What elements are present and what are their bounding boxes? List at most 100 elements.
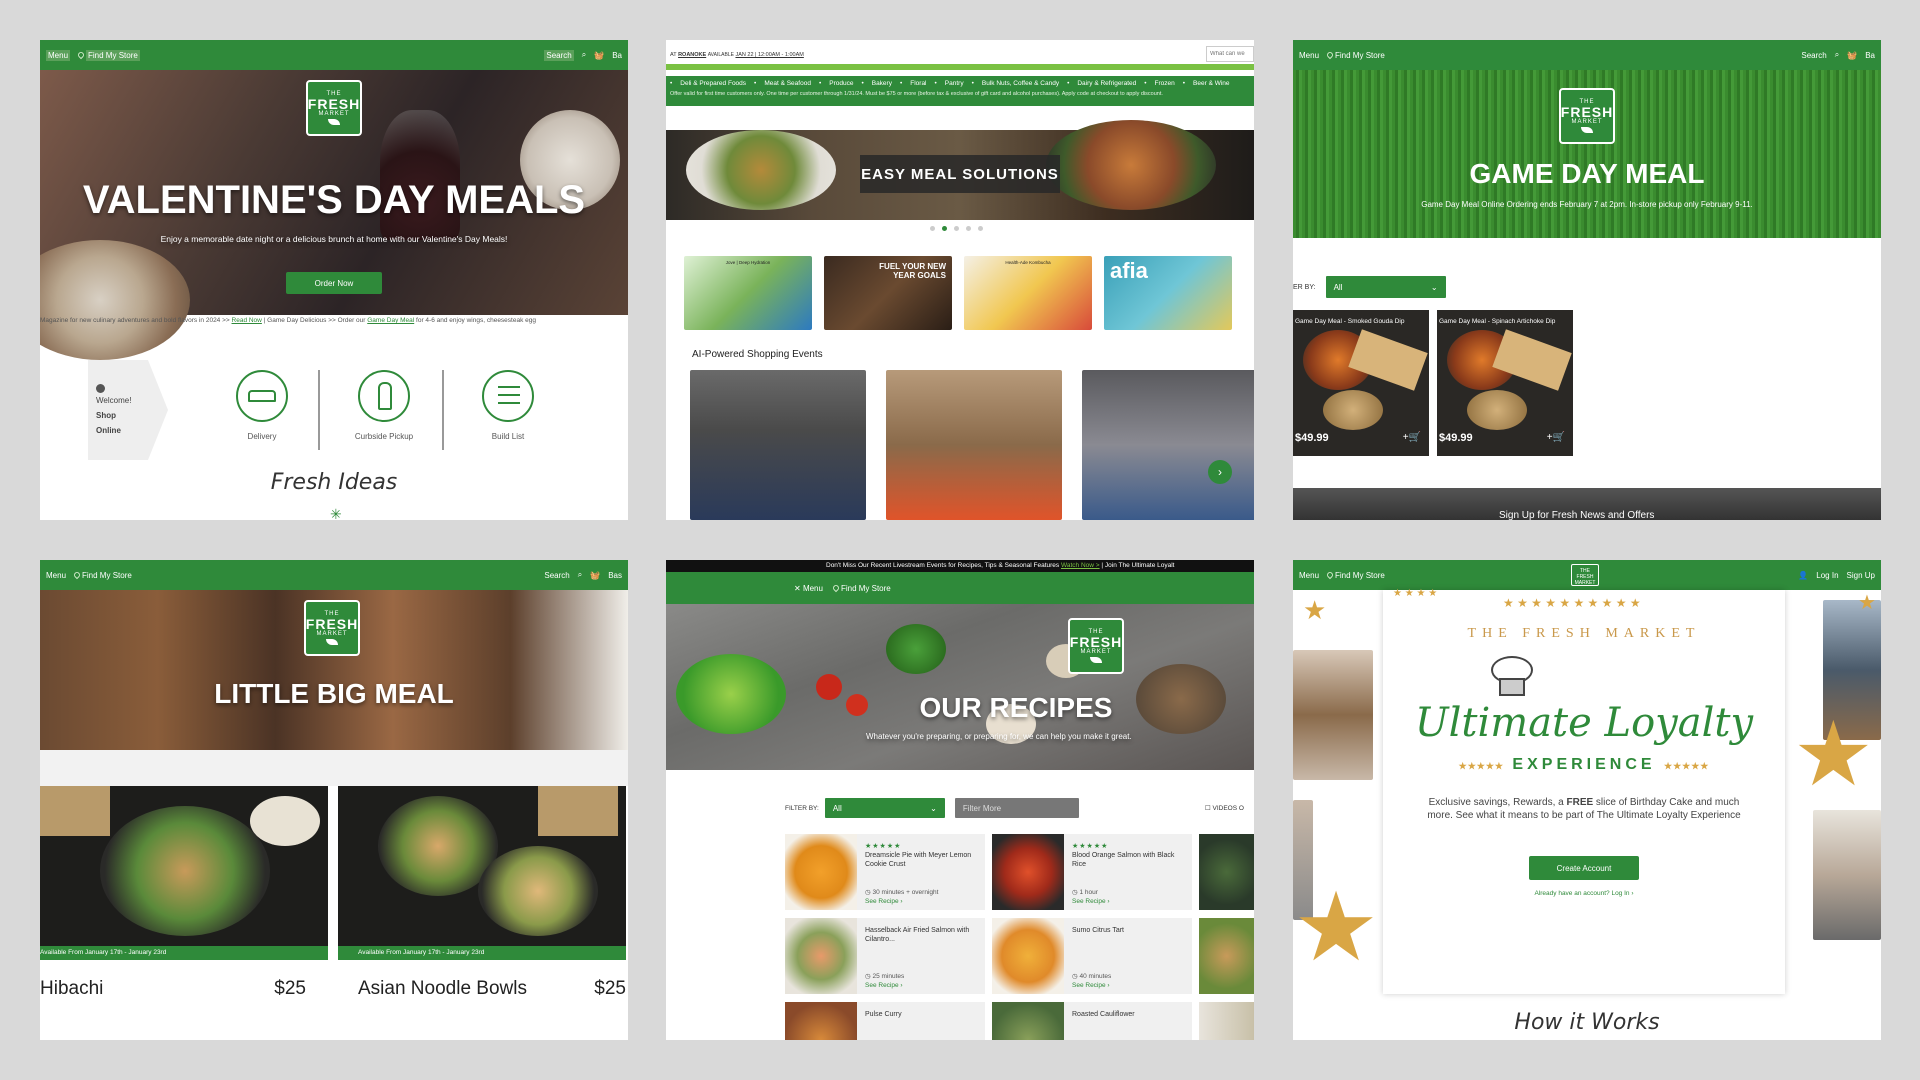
recipe-card[interactable]: Roasted Cauliflower <box>992 1002 1192 1040</box>
meal-card[interactable]: Available From January 17th - January 23… <box>40 786 328 1040</box>
see-recipe-link[interactable]: See Recipe › <box>1072 981 1111 990</box>
event-card-image[interactable] <box>886 370 1062 520</box>
watch-now-link[interactable]: Watch Now > <box>1061 562 1100 569</box>
category-item[interactable]: Bulk Nuts, Coffee & Candy <box>982 80 1059 87</box>
location-pin-icon <box>831 583 841 592</box>
find-store-link[interactable]: Find My Store <box>831 583 891 593</box>
menu-button[interactable]: ✕ Menu <box>794 584 823 593</box>
category-item[interactable]: Pantry <box>945 80 964 87</box>
game-day-screenshot: Menu Find My Store Search ⌕ 🧺 Ba THE FRE… <box>1293 40 1881 520</box>
online-line: Online <box>96 426 121 435</box>
promo-tile[interactable]: Health-Ade Kombucha <box>964 256 1092 330</box>
add-to-cart-icon[interactable]: +🛒 <box>1547 432 1565 443</box>
build-list-option[interactable]: Build List <box>458 370 558 441</box>
category-item[interactable]: Produce <box>829 80 853 87</box>
filter-more-select[interactable]: Filter More <box>954 798 1079 818</box>
recipe-card[interactable]: Hasselback Air Fried Salmon with Cilantr… <box>785 918 985 994</box>
find-store-link[interactable]: Find My Store <box>76 49 140 61</box>
carousel-dot[interactable] <box>966 226 971 231</box>
basket-label[interactable]: Ba <box>1865 51 1875 60</box>
menu-button[interactable]: Menu <box>1299 571 1319 580</box>
menu-button[interactable]: Menu <box>46 571 66 580</box>
easy-meal-solutions-label[interactable]: EASY MEAL SOLUTIONS <box>860 155 1060 193</box>
find-store-link[interactable]: Find My Store <box>72 570 132 580</box>
see-recipe-link[interactable]: See Recipe › <box>865 897 938 906</box>
search-icon[interactable]: ⌕ <box>578 570 582 580</box>
meal-card[interactable]: Available From January 17th - January 23… <box>338 786 626 1040</box>
product-price: $49.99 <box>1439 432 1473 444</box>
product-card[interactable]: Game Day Meal - Spinach Artichoke Dip $4… <box>1437 310 1573 456</box>
category-item[interactable]: Frozen <box>1155 80 1175 87</box>
basket-label[interactable]: Bas <box>608 571 622 580</box>
category-item[interactable]: Floral <box>910 80 926 87</box>
product-card[interactable]: Game Day Meal - Smoked Gouda Dip $49.99 … <box>1293 310 1429 456</box>
category-item[interactable]: Meat & Seafood <box>764 80 811 87</box>
chevron-down-icon: ⌄ <box>1430 282 1438 292</box>
delivery-option[interactable]: Delivery <box>212 370 312 441</box>
see-recipe-link[interactable]: See Recipe › <box>1072 897 1110 906</box>
search-input[interactable] <box>1206 46 1254 62</box>
recipe-name: Hasselback Air Fried Salmon with Cilantr… <box>865 927 970 943</box>
event-card-image[interactable] <box>690 370 866 520</box>
search-button[interactable]: Search <box>1801 51 1826 60</box>
carousel-dot[interactable] <box>930 226 935 231</box>
fresh-market-logo[interactable]: THE FRESH MARKET <box>1559 88 1615 144</box>
search-icon[interactable]: ⌕ <box>582 50 586 60</box>
category-item[interactable]: Bakery <box>872 80 892 87</box>
search-button[interactable]: Search <box>544 49 574 61</box>
signup-link[interactable]: Sign Up <box>1847 571 1875 580</box>
promo-tile[interactable]: Jove | Deep Hydration <box>684 256 812 330</box>
carousel-dot-active[interactable] <box>942 226 947 231</box>
recipe-card[interactable]: Pulse Curry <box>785 1002 985 1040</box>
videos-toggle[interactable]: ☐ VIDEOS O <box>1205 804 1244 812</box>
promo-tile[interactable]: afia <box>1104 256 1232 330</box>
see-recipe-link[interactable]: See Recipe › <box>865 981 904 990</box>
recipe-card[interactable] <box>1199 918 1254 994</box>
recipe-card[interactable]: ★★★★★ Blood Orange Salmon with Black Rice… <box>992 834 1192 910</box>
recipe-card[interactable] <box>1199 1002 1254 1040</box>
fresh-market-logo-small[interactable]: THE FRESH MARKET <box>1571 564 1599 586</box>
curbside-pickup-option[interactable]: Curbside Pickup <box>334 370 434 441</box>
menu-button[interactable]: Menu <box>1299 51 1319 60</box>
menu-button[interactable]: Menu <box>46 49 71 61</box>
filter-select[interactable]: All ⌄ <box>824 798 945 818</box>
welcome-shop-online[interactable]: Welcome! Shop Online <box>88 360 168 460</box>
search-button[interactable]: Search <box>544 571 569 580</box>
recipe-card[interactable]: ★★★★★ Dreamsicle Pie with Meyer Lemon Coo… <box>785 834 985 910</box>
recipe-name: Blood Orange Salmon with Black Rice <box>1072 852 1175 868</box>
carousel-dots[interactable] <box>930 226 983 231</box>
delivery-car-icon <box>236 370 288 422</box>
time-slot-selector[interactable]: JAN 22 | 12:00AM - 1:00AM <box>735 52 803 58</box>
basket-icon[interactable]: 🧺 <box>1847 51 1857 60</box>
order-now-button[interactable]: Order Now <box>286 272 382 294</box>
promo-tile-label: afia <box>1110 258 1148 283</box>
carousel-dot[interactable] <box>954 226 959 231</box>
category-item[interactable]: Beer & Wine <box>1193 80 1230 87</box>
category-item[interactable]: Dairy & Refrigerated <box>1077 80 1136 87</box>
basket-icon[interactable]: 🧺 <box>590 571 600 580</box>
category-item[interactable]: Deli & Prepared Foods <box>680 80 746 87</box>
event-card-image[interactable] <box>1082 370 1254 520</box>
next-arrow-icon[interactable]: › <box>1208 460 1232 484</box>
promo-tile[interactable]: FUEL YOUR NEW YEAR GOALS <box>824 256 952 330</box>
store-selector[interactable]: ROANOKE <box>678 52 706 58</box>
recipe-card[interactable] <box>1199 834 1254 910</box>
fresh-market-logo[interactable]: THE FRESH MARKET <box>306 80 362 136</box>
find-store-link[interactable]: Find My Store <box>1325 50 1385 60</box>
recipe-card[interactable]: Sumo Citrus Tart ◷ 40 minutes See Recipe … <box>992 918 1192 994</box>
basket-icon[interactable]: 🧺 <box>594 51 604 60</box>
leaf-icon <box>328 119 340 125</box>
read-now-link[interactable]: Read Now <box>232 317 262 324</box>
fresh-market-logo[interactable]: THE FRESH MARKET <box>1068 618 1124 674</box>
basket-label[interactable]: Ba <box>612 51 622 60</box>
search-icon[interactable]: ⌕ <box>1835 50 1839 60</box>
login-link[interactable]: Log In <box>1816 571 1838 580</box>
add-to-cart-icon[interactable]: +🛒 <box>1403 432 1421 443</box>
fresh-market-logo[interactable]: THE FRESH MARKET <box>304 600 360 656</box>
carousel-dot[interactable] <box>978 226 983 231</box>
game-day-meal-link[interactable]: Game Day Meal <box>367 317 414 324</box>
create-account-button[interactable]: Create Account <box>1529 856 1639 880</box>
login-link[interactable]: Already have an account? Log In › <box>1383 890 1785 897</box>
filter-select[interactable]: All ⌄ <box>1325 276 1446 298</box>
find-store-link[interactable]: Find My Store <box>1325 570 1385 580</box>
